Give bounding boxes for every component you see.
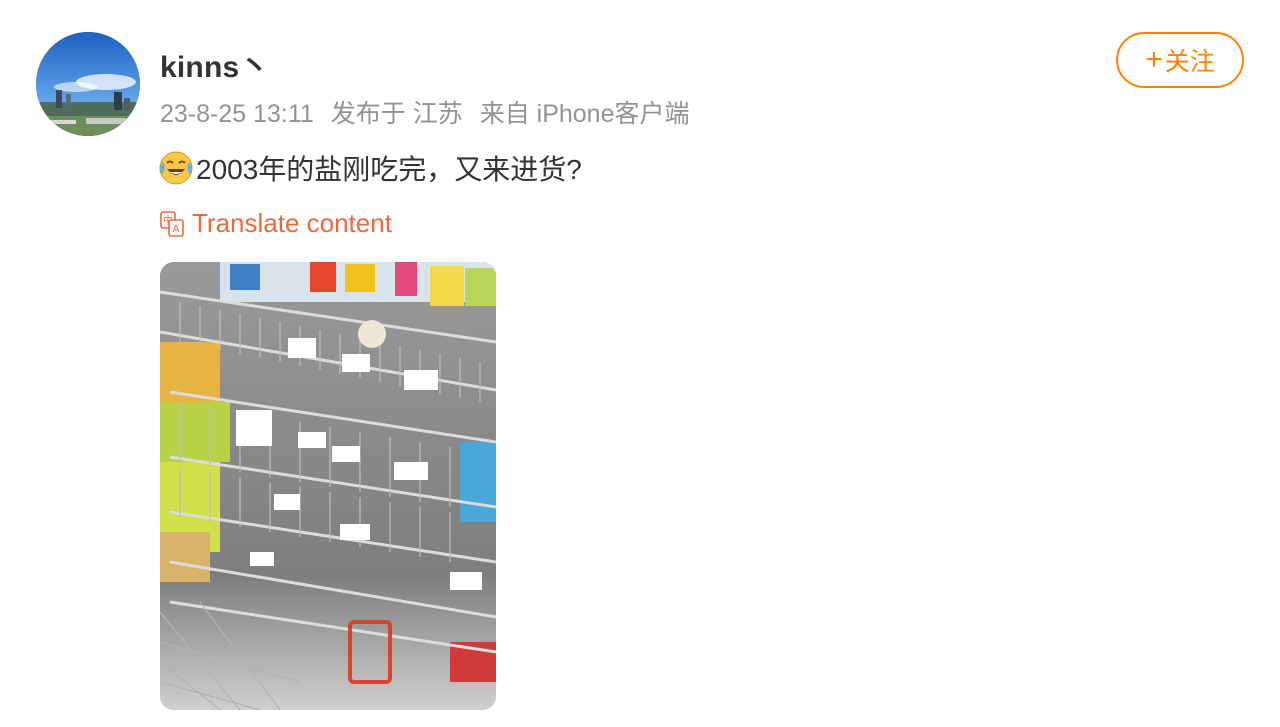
avatar-city-image <box>36 32 140 136</box>
plus-icon: + <box>1145 43 1163 76</box>
translate-label: Translate content <box>192 208 392 238</box>
post-text: 2003年的盐刚吃完，又来进货? <box>196 154 582 185</box>
post-location: 发布于 江苏 <box>330 100 463 128</box>
follow-button[interactable]: + 关注 <box>1116 32 1244 88</box>
post-source: 来自 iPhone客户端 <box>479 100 690 128</box>
empty-shelves-photo <box>160 262 496 710</box>
weibo-post: kinns丶 + 关注 23-8-25 13:11 发布于 江苏 来自 iPho… <box>0 0 1280 727</box>
username[interactable]: kinns丶 <box>160 42 270 86</box>
laugh-cry-emoji-icon <box>159 151 193 185</box>
post-image[interactable] <box>160 262 496 710</box>
avatar[interactable] <box>36 32 140 136</box>
translate-icon: 中 A <box>160 210 184 237</box>
post-time[interactable]: 23-8-25 13:11 <box>160 100 314 128</box>
post-meta: 23-8-25 13:11 发布于 江苏 来自 iPhone客户端 <box>160 94 689 130</box>
post-content: 2003年的盐刚吃完，又来进货? <box>158 148 582 188</box>
svg-text:A: A <box>173 224 180 235</box>
follow-label: 关注 <box>1164 48 1215 76</box>
translate-link[interactable]: 中 A Translate content <box>160 208 392 239</box>
